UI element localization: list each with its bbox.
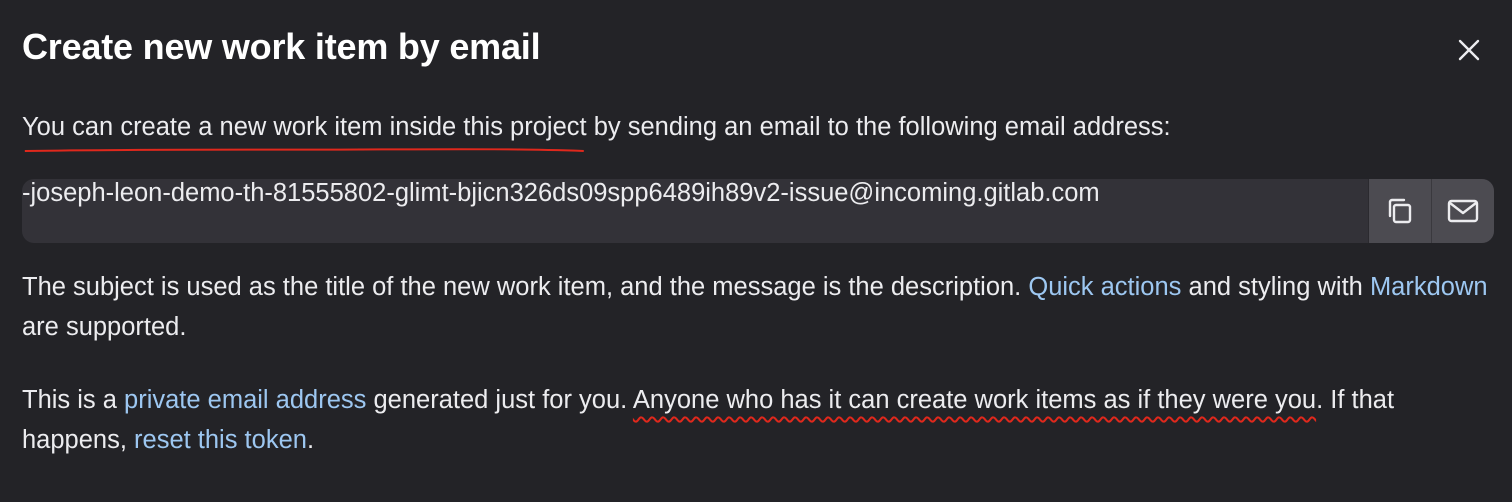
markdown-link[interactable]: Markdown (1370, 273, 1488, 301)
modal-title: Create new work item by email (22, 26, 541, 67)
send-email-button[interactable] (1431, 179, 1494, 243)
create-work-item-by-email-modal: Create new work item by email You can cr… (0, 0, 1512, 502)
copy-email-button[interactable] (1368, 179, 1431, 243)
intro-text: You can create a new work item inside th… (22, 107, 1492, 147)
intro-highlighted-text: You can create a new work item inside th… (22, 107, 587, 147)
annotation-underline (22, 145, 587, 155)
reset-token-link[interactable]: reset this token (134, 426, 307, 454)
email-address-field: -joseph-leon-demo-th-81555802-glimt-bjic… (22, 179, 1494, 243)
email-address-input[interactable]: -joseph-leon-demo-th-81555802-glimt-bjic… (22, 179, 1368, 243)
quick-actions-link[interactable]: Quick actions (1028, 273, 1181, 301)
close-icon (1458, 39, 1480, 61)
mail-icon (1447, 199, 1479, 223)
private-address-text: This is a private email address generate… (22, 386, 1395, 454)
private-email-address-link[interactable]: private email address (124, 386, 366, 414)
copy-icon (1388, 198, 1412, 224)
subject-description-text: The subject is used as the title of the … (22, 273, 1488, 341)
close-button[interactable] (1446, 27, 1492, 73)
private-warning-highlighted-text: Anyone who has it can create work items … (632, 386, 1317, 414)
